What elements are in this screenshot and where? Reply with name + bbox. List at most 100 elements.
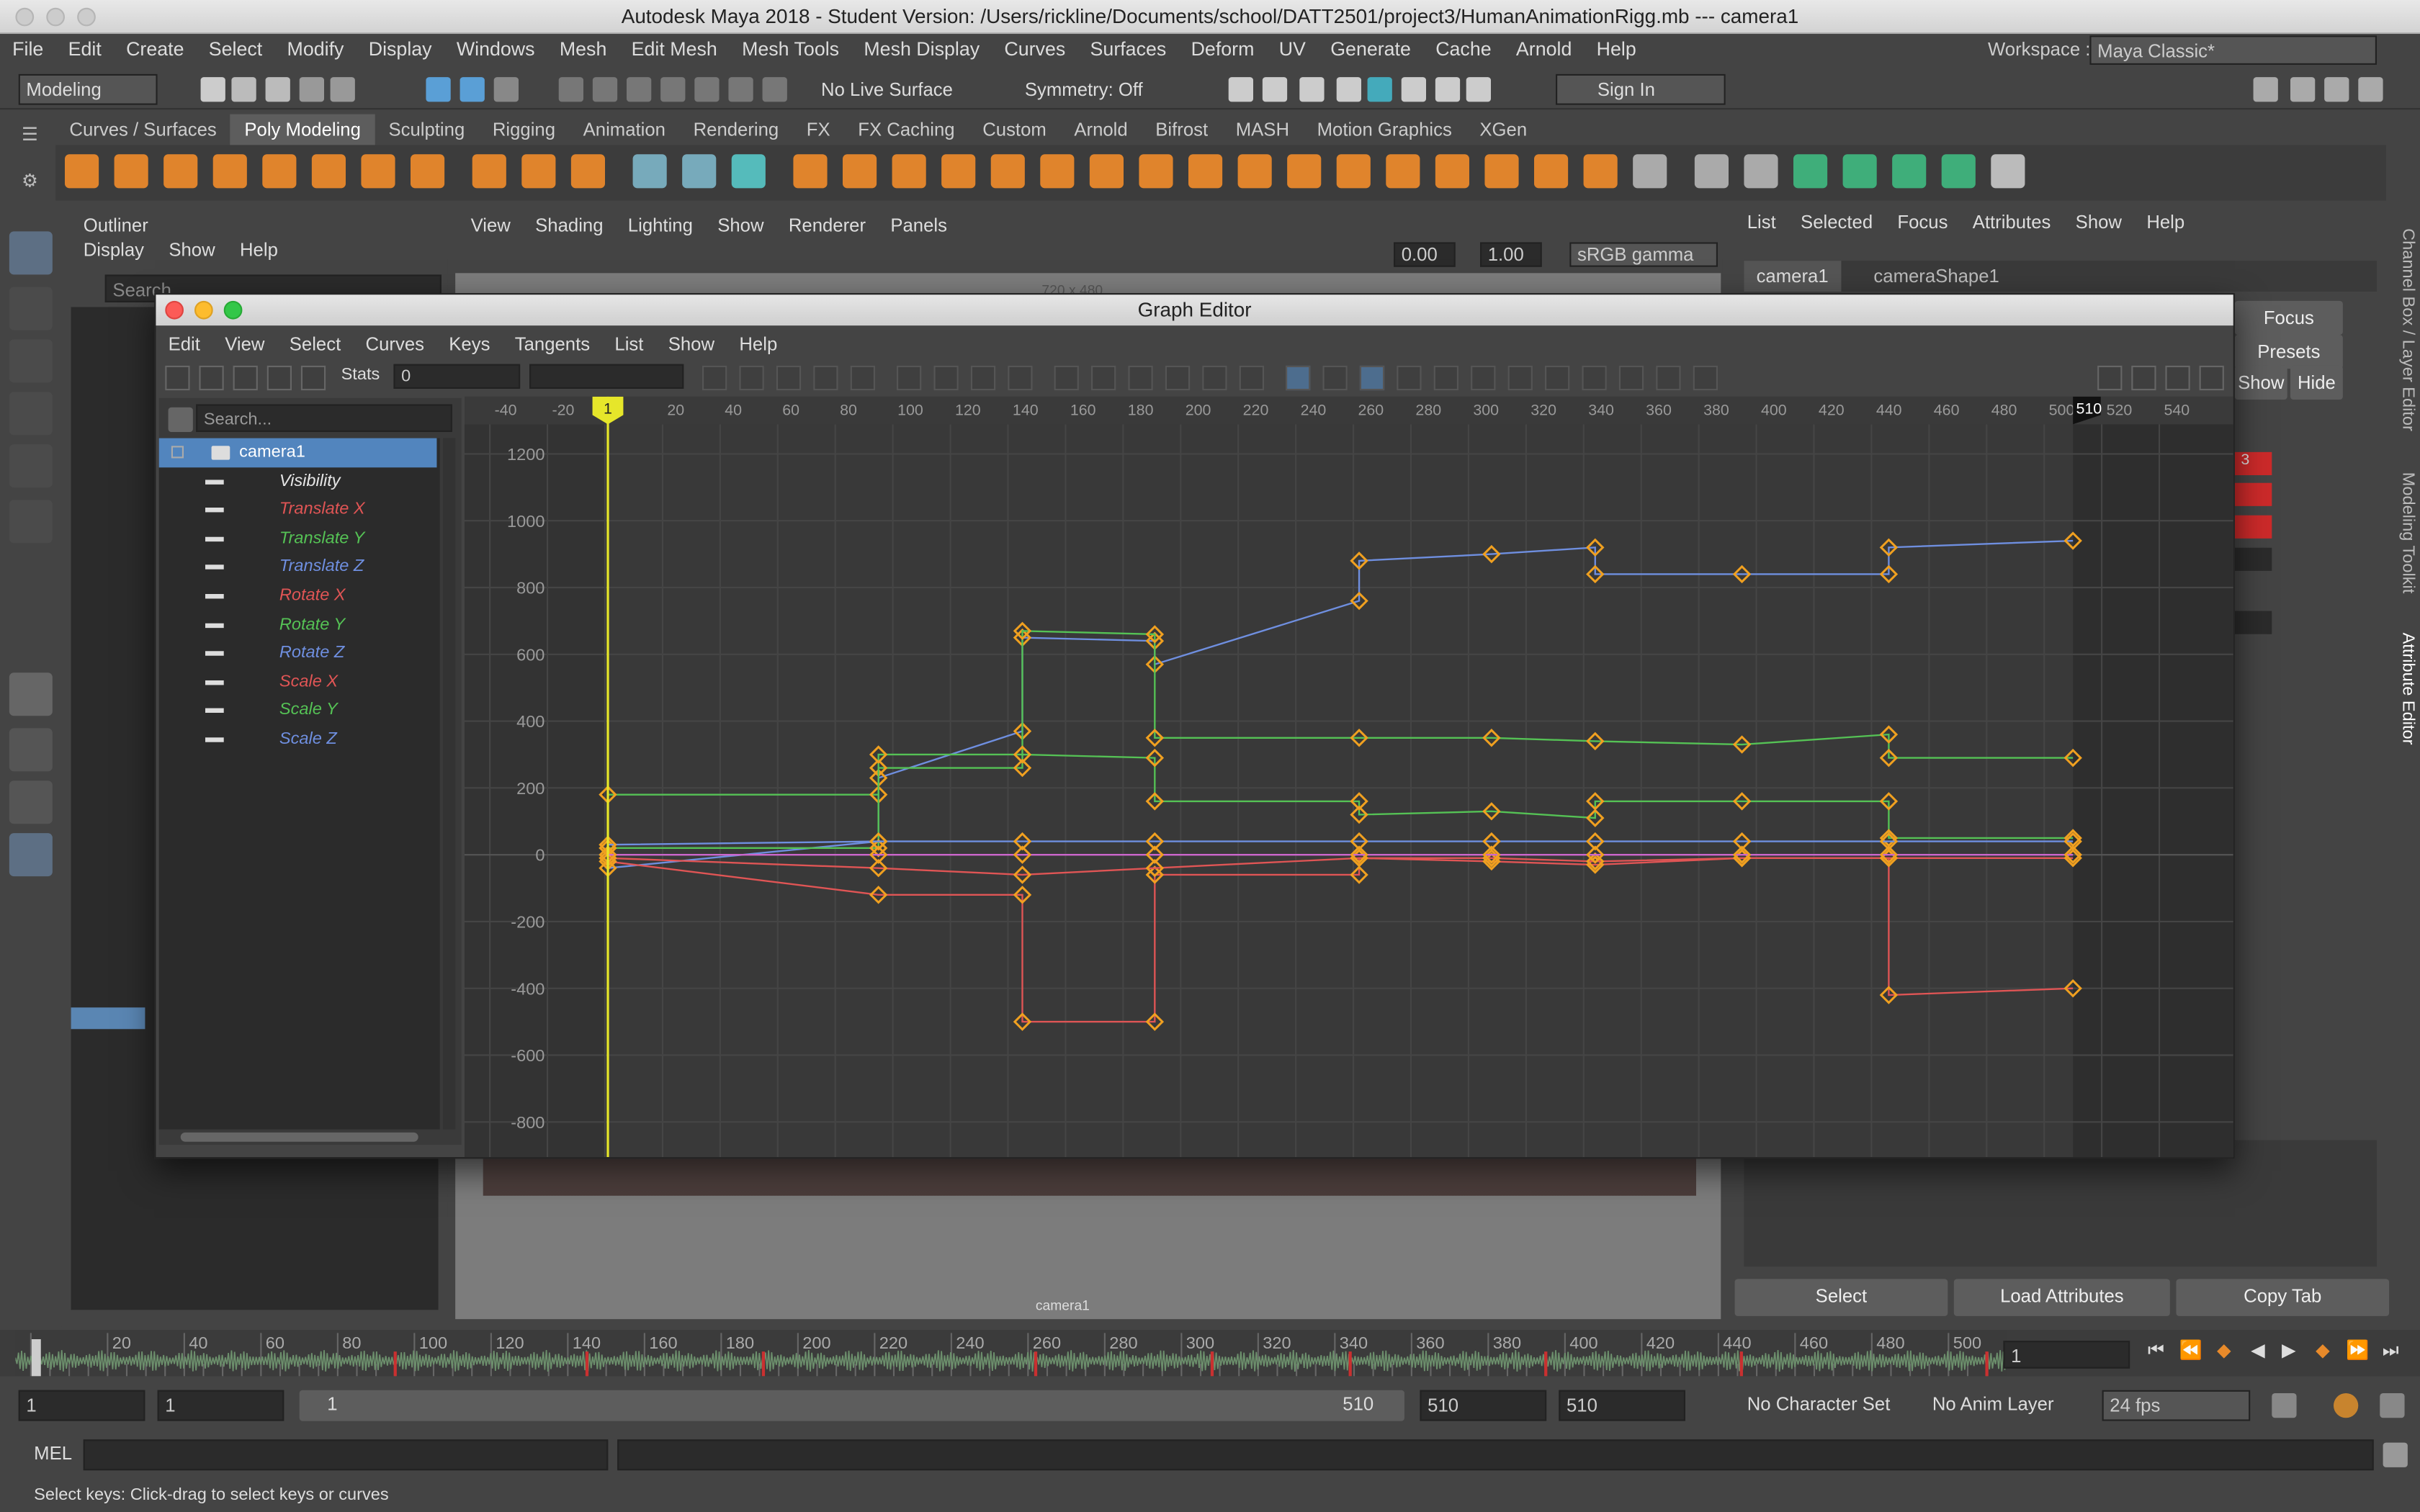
hypershade-icon[interactable] [1367, 77, 1392, 102]
quad-draw-icon[interactable] [1744, 154, 1778, 189]
show-button[interactable]: Show [2234, 365, 2287, 400]
gamma-field[interactable]: 1.00 [1480, 242, 1542, 267]
curve-5[interactable] [607, 857, 2074, 876]
menu-uv[interactable]: UV [1267, 34, 1319, 65]
unify-tangent-icon[interactable] [1322, 365, 1348, 391]
rotate-tool-icon[interactable] [9, 444, 53, 488]
linear-tangent-icon[interactable] [1128, 365, 1153, 391]
channel-list-hscrollbar[interactable] [180, 1132, 418, 1142]
channel-row-visibility[interactable]: Visibility [159, 467, 437, 496]
channel-row-rotate-z[interactable]: Rotate Z [159, 639, 437, 669]
multi-cut-icon[interactable] [1336, 154, 1371, 189]
unfold-icon[interactable] [1842, 154, 1877, 189]
curve-0[interactable] [607, 539, 2074, 869]
snap-vertex-icon[interactable] [728, 77, 753, 102]
sphere-icon[interactable] [65, 154, 99, 189]
graph-editor-close-button[interactable] [165, 300, 184, 320]
platonic-icon[interactable] [411, 154, 445, 189]
offset-loop-icon[interactable] [1386, 154, 1420, 189]
select-component-icon[interactable] [493, 77, 519, 102]
pause-icon[interactable] [1466, 77, 1491, 102]
tab-camera1[interactable]: camera1 [1744, 261, 1841, 292]
curve-3[interactable] [607, 840, 2074, 846]
snap-curve-icon[interactable] [592, 77, 618, 102]
cylinder-icon[interactable] [163, 154, 198, 189]
shelf-tab-fx-caching[interactable]: FX Caching [844, 114, 969, 145]
focus-button[interactable]: Focus [2234, 300, 2343, 335]
play-forwards-icon[interactable]: ▶ [2278, 1339, 2300, 1361]
step-forward-frame-icon[interactable]: ⏩ [2346, 1339, 2369, 1361]
fps-select[interactable]: 24 fps [2102, 1390, 2251, 1421]
color-space-select[interactable]: sRGB gamma [1569, 242, 1718, 267]
graph-menu-list[interactable]: List [602, 327, 655, 361]
go-to-end-icon[interactable]: ⏭ [2380, 1339, 2401, 1361]
ipr-render-icon[interactable] [1299, 77, 1325, 102]
stats-value-field[interactable] [529, 364, 684, 389]
viewport-menu-view[interactable]: View [458, 215, 523, 236]
insert-key-tool-icon[interactable] [199, 365, 224, 391]
mirror-icon[interactable] [1089, 154, 1124, 189]
graph-canvas[interactable]: -40 -20 20 40 60 80 100 120 140 160 180 200 220 240 26… [465, 396, 2233, 1158]
cone-icon[interactable] [212, 154, 247, 189]
shelf-tab-fx[interactable]: FX [793, 114, 844, 145]
curve-4[interactable] [607, 857, 2074, 1023]
side-tab-attribute-editor[interactable]: Attribute Editor [2398, 633, 2417, 745]
menu-edit[interactable]: Edit [55, 34, 113, 65]
loop-icon[interactable] [2272, 1392, 2297, 1418]
curve-2[interactable] [607, 753, 2074, 850]
step-tangent-icon[interactable] [1202, 365, 1227, 391]
persp-outliner-layout-icon[interactable] [9, 780, 53, 824]
presets-button[interactable]: Presets [2234, 335, 2343, 369]
menu-windows[interactable]: Windows [444, 34, 547, 65]
toggle-channel-box-icon[interactable] [2324, 77, 2349, 102]
save-scene-icon[interactable] [265, 77, 290, 102]
hide-button[interactable]: Hide [2290, 365, 2343, 400]
viewport-menu-shading[interactable]: Shading [523, 215, 616, 236]
outliner-selected-row[interactable] [71, 1007, 145, 1030]
outliner-menu-help[interactable]: Help [228, 239, 290, 261]
shelf-tab-sculpting[interactable]: Sculpting [375, 114, 478, 145]
retime-icon[interactable] [850, 365, 875, 391]
region-tool-icon[interactable] [266, 365, 292, 391]
flat-tangent-icon[interactable] [1165, 365, 1191, 391]
shelf-tab-curves-surfaces[interactable]: Curves / Surfaces [55, 114, 230, 145]
tab-camerashape1[interactable]: cameraShape1 [1861, 261, 2012, 292]
end-time-field[interactable]: 510 [1420, 1390, 1547, 1421]
graph-menu-curves[interactable]: Curves [353, 327, 436, 361]
load-attributes-button[interactable]: Load Attributes [1953, 1279, 2170, 1316]
disc-icon[interactable] [361, 154, 395, 189]
move-view-icon[interactable] [2097, 365, 2123, 391]
frame-all-icon[interactable] [897, 365, 922, 391]
menu-arnold[interactable]: Arnold [1504, 34, 1585, 65]
snap-grid-icon[interactable] [558, 77, 583, 102]
free-weight-icon[interactable] [1359, 365, 1385, 391]
anim-prefs-icon[interactable] [2380, 1392, 2405, 1418]
character-set-select[interactable]: No Character Set [1747, 1393, 1891, 1415]
redo-icon[interactable] [330, 77, 355, 102]
break-tangent-icon[interactable] [1286, 365, 1311, 391]
menu-mesh-display[interactable]: Mesh Display [851, 34, 992, 65]
menu-mesh-tools[interactable]: Mesh Tools [730, 34, 851, 65]
viewport-menu-show[interactable]: Show [705, 215, 776, 236]
shelf-tab-arnold[interactable]: Arnold [1060, 114, 1142, 145]
menu-curves[interactable]: Curves [992, 34, 1077, 65]
layout-icon[interactable] [1892, 154, 1927, 189]
swap-buffer-icon[interactable] [1471, 365, 1496, 391]
undo-icon[interactable] [299, 77, 324, 102]
separate-icon[interactable] [843, 154, 877, 189]
zoom-window-button[interactable] [77, 7, 96, 27]
red-attr-field[interactable]: 3 [2234, 451, 2272, 475]
collapse-icon[interactable] [171, 446, 184, 459]
menu-help[interactable]: Help [1585, 34, 1649, 65]
step-forward-key-icon[interactable]: ◆ [2312, 1339, 2334, 1361]
graph-area[interactable]: -40 -20 20 40 60 80 100 120 140 160 180 200 220 240 26… [465, 396, 2233, 1158]
channel-list-scrollbar[interactable] [443, 438, 456, 1130]
graph-editor-search-input[interactable]: Search... [196, 404, 452, 432]
channel-row-translate-z[interactable]: Translate Z [159, 553, 437, 582]
play-backwards-icon[interactable]: ◀ [2247, 1339, 2269, 1361]
center-pivot-icon[interactable] [1534, 154, 1569, 189]
script-editor-icon[interactable] [2383, 1442, 2408, 1467]
frame-playback-icon[interactable] [933, 365, 959, 391]
mel-label[interactable]: MEL [34, 1443, 72, 1464]
menu-modify[interactable]: Modify [274, 34, 356, 65]
